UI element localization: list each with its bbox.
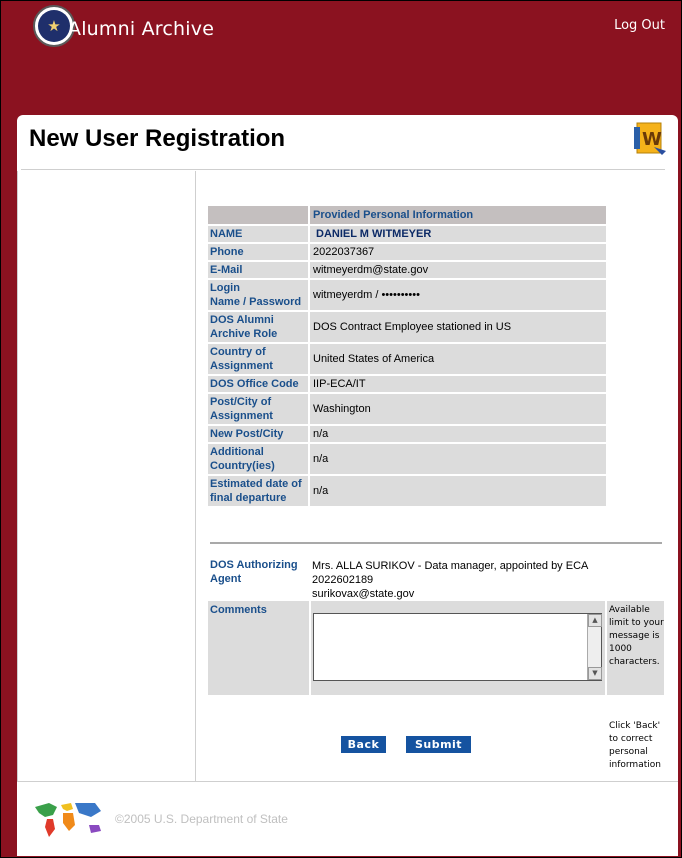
- field-value: DOS Contract Employee stationed in US: [310, 312, 606, 342]
- section-header: Provided Personal Information: [310, 206, 606, 224]
- sidebar-divider: [195, 171, 196, 781]
- character-limit-note: Available limit to your message is 1000 …: [609, 605, 664, 667]
- field-label: DOS Office Code: [208, 376, 308, 392]
- table-row: DOS Alumni Archive Role DOS Contract Empl…: [208, 312, 606, 342]
- field-label: Country of Assignment: [208, 344, 308, 374]
- back-button[interactable]: Back: [341, 736, 386, 753]
- field-label: Phone: [208, 244, 308, 260]
- submit-button[interactable]: Submit: [406, 736, 471, 753]
- agent-phone: 2022602189: [312, 574, 374, 586]
- field-value: IIP-ECA/IT: [310, 376, 606, 392]
- agent-email: surikovax@state.gov: [312, 588, 415, 600]
- table-row: NAME DANIEL M WITMEYER: [208, 226, 606, 242]
- title-divider: [21, 169, 665, 170]
- field-label: New Post/City: [208, 426, 308, 442]
- table-row: E-Mail witmeyerdm@state.gov: [208, 262, 606, 278]
- field-value: Washington: [310, 394, 606, 424]
- field-label: Post/City of Assignment: [208, 394, 308, 424]
- field-value: 2022037367: [310, 244, 606, 260]
- table-row: Login Name / Password witmeyerdm / ••••••…: [208, 280, 606, 310]
- page-title: New User Registration: [29, 125, 286, 152]
- authorizing-agent-value: Mrs. ALLA SURIKOV - Data manager, appoin…: [312, 559, 588, 601]
- table-row: Phone 2022037367: [208, 244, 606, 260]
- site-header: ★ Alumni Archive Log Out: [1, 1, 681, 116]
- field-label: Estimated date of final departure: [208, 476, 308, 506]
- agent-name: Mrs. ALLA SURIKOV - Data manager, appoin…: [312, 560, 589, 572]
- field-label: DOS Alumni Archive Role: [208, 312, 308, 342]
- registration-logo-icon: W: [634, 122, 666, 155]
- field-value: United States of America: [310, 344, 606, 374]
- comments-label: Comments: [210, 604, 267, 616]
- field-label: Additional Country(ies): [208, 444, 308, 474]
- field-value: n/a: [310, 426, 606, 442]
- field-value: n/a: [310, 444, 606, 474]
- field-value: witmeyerdm / ••••••••••: [310, 280, 606, 310]
- world-map-icon: [35, 803, 101, 837]
- field-label: Login Name / Password: [208, 280, 308, 310]
- table-row: Estimated date of final departure n/a: [208, 476, 606, 506]
- table-row: Post/City of Assignment Washington: [208, 394, 606, 424]
- browser-frame: ★ Alumni Archive Log Out New User Regist…: [0, 0, 682, 858]
- comments-textarea[interactable]: [313, 613, 602, 681]
- scroll-up-icon[interactable]: ▲: [588, 614, 602, 627]
- comments-scrollbar[interactable]: ▲ ▼: [587, 614, 602, 680]
- field-label: E-Mail: [208, 262, 308, 278]
- field-label: NAME: [208, 226, 308, 242]
- logout-link[interactable]: Log Out: [614, 18, 665, 33]
- registration-panel: New User Registration W Provided Persona…: [17, 115, 678, 856]
- authorizing-agent-label: DOS Authorizing Agent: [210, 559, 298, 585]
- back-hint: Click 'Back' to correct personal informa…: [609, 721, 661, 770]
- svg-text:W: W: [642, 129, 662, 150]
- field-value: n/a: [310, 476, 606, 506]
- table-row: Additional Country(ies) n/a: [208, 444, 606, 474]
- footer-divider: [17, 781, 678, 782]
- personal-info-table: Provided Personal Information NAME DANIEL…: [208, 204, 606, 508]
- field-value: DANIEL M WITMEYER: [310, 226, 606, 242]
- site-title: Alumni Archive: [68, 18, 215, 40]
- field-value: witmeyerdm@state.gov: [310, 262, 606, 278]
- section-divider: [210, 542, 662, 544]
- table-header-row: Provided Personal Information: [208, 206, 606, 224]
- table-row: Country of Assignment United States of Am…: [208, 344, 606, 374]
- copyright-text: ©2005 U.S. Department of State: [115, 812, 288, 826]
- table-row: DOS Office Code IIP-ECA/IT: [208, 376, 606, 392]
- scroll-down-icon[interactable]: ▼: [588, 667, 602, 680]
- table-row: New Post/City n/a: [208, 426, 606, 442]
